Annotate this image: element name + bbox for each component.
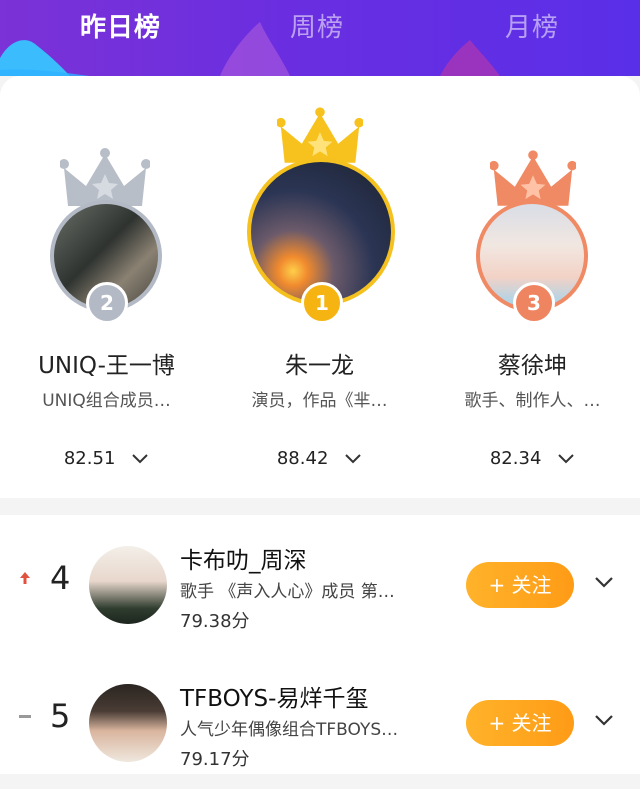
star-desc: 人气少年偶像组合TFBOYS…: [180, 720, 399, 740]
rank-number: 4: [50, 559, 71, 597]
score-value: 82.51: [63, 448, 116, 469]
star-desc: 演员，作品《芈…: [251, 391, 388, 411]
score-value: 88.42: [276, 448, 329, 469]
list-item[interactable]: 4 卡布叻_周深 歌手 《声入人心》成员 第… 79.38分 + 关注: [0, 515, 640, 651]
rank-badge: 1: [301, 282, 343, 324]
tab-week[interactable]: 周榜: [290, 6, 344, 50]
star-name: 蔡徐坤: [498, 353, 567, 379]
tab-month[interactable]: 月榜: [505, 6, 559, 50]
chevron-down-icon[interactable]: [344, 453, 362, 465]
chevron-down-icon[interactable]: [594, 575, 614, 589]
star-name: 卡布叻_周深: [180, 548, 307, 574]
ranking-list: 4 卡布叻_周深 歌手 《声入人心》成员 第… 79.38分 + 关注 5 TF…: [0, 515, 640, 774]
avatar: [251, 162, 391, 302]
chevron-down-icon[interactable]: [594, 713, 614, 727]
avatar: [89, 546, 167, 624]
top-rank-3[interactable]: 3 蔡徐坤 歌手、制作人、… 82.34: [426, 76, 639, 498]
star-desc: 歌手 《声入人心》成员 第…: [180, 582, 395, 602]
score: 88.42: [213, 448, 426, 469]
score: 82.51: [0, 448, 213, 469]
avatar: [89, 684, 167, 762]
star-desc: UNIQ组合成员…: [42, 391, 171, 411]
star-desc: 歌手、制作人、…: [464, 391, 601, 411]
score: 79.38分: [180, 611, 250, 632]
top-rank-1[interactable]: 1 朱一龙 演员，作品《芈… 88.42: [213, 76, 426, 498]
ranking-tab-bar: 昨日榜 周榜 月榜: [0, 0, 640, 76]
follow-button[interactable]: + 关注: [466, 700, 574, 746]
list-item[interactable]: 5 TFBOYS-易烊千玺 人气少年偶像组合TFBOYS… 79.17分 + 关…: [0, 653, 640, 789]
rank-badge: 2: [86, 282, 128, 324]
chevron-down-icon[interactable]: [557, 453, 575, 465]
rank-badge: 3: [513, 282, 555, 324]
tab-yesterday[interactable]: 昨日榜: [80, 6, 161, 50]
score-value: 82.34: [489, 448, 542, 469]
top-rank-2[interactable]: 2 UNIQ-王一博 UNIQ组合成员… 82.51: [0, 76, 213, 498]
trend-up-icon: [20, 572, 30, 584]
follow-button[interactable]: + 关注: [466, 562, 574, 608]
trend-same-icon: [19, 715, 31, 718]
score: 79.17分: [180, 749, 250, 770]
top-three-panel: 2 UNIQ-王一博 UNIQ组合成员… 82.51 1 朱一龙 演员，作品《芈…: [0, 76, 640, 498]
score: 82.34: [426, 448, 639, 469]
star-name: UNIQ-王一博: [38, 353, 175, 379]
rank-number: 5: [50, 697, 71, 735]
star-name: TFBOYS-易烊千玺: [180, 686, 369, 712]
star-name: 朱一龙: [285, 353, 354, 379]
chevron-down-icon[interactable]: [131, 453, 149, 465]
